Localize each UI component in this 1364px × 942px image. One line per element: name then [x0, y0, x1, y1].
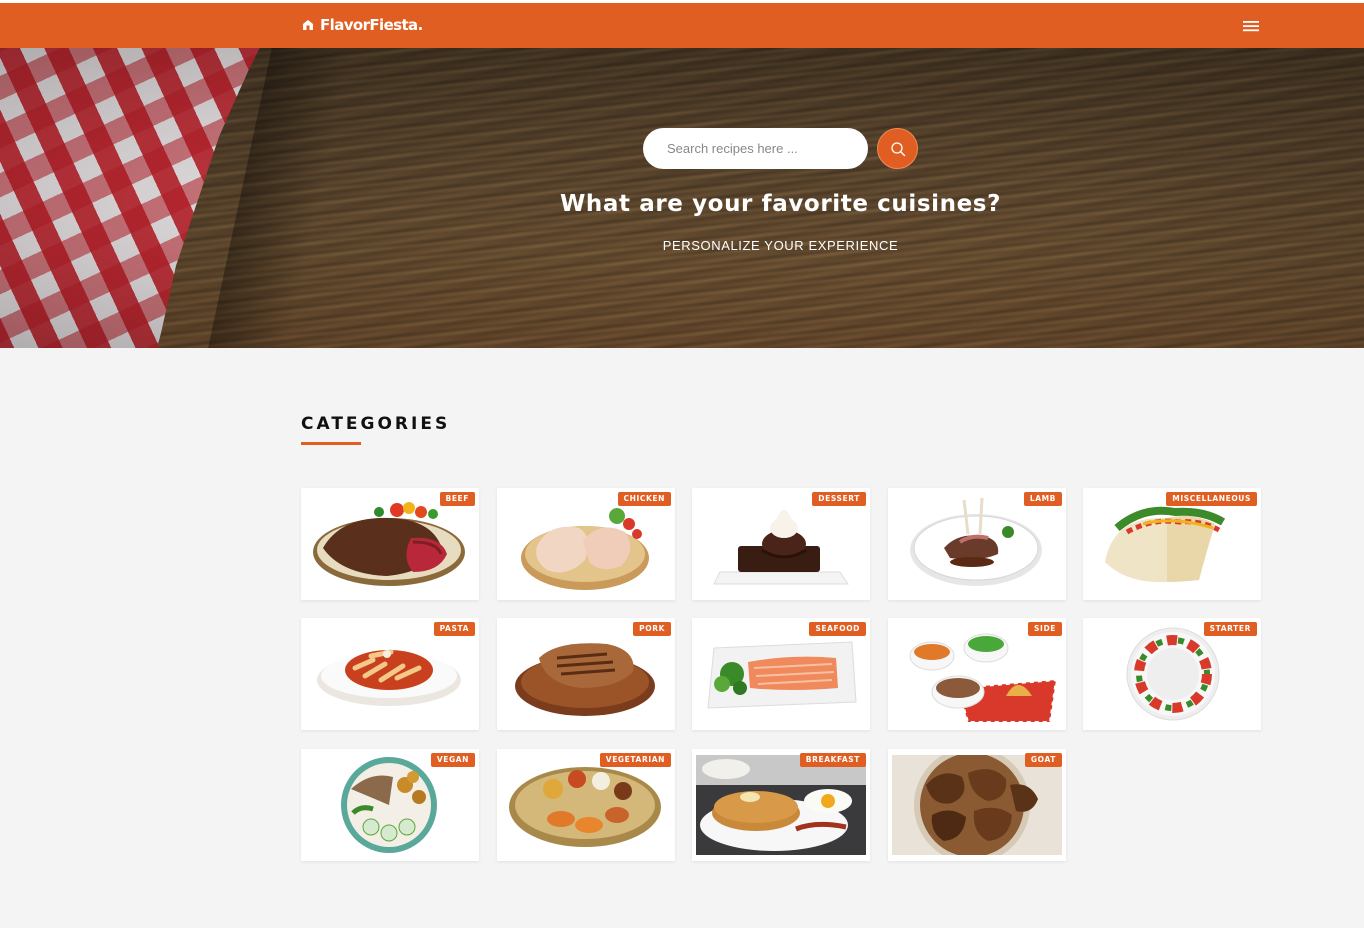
category-card-beef[interactable]: BEEF — [301, 488, 479, 600]
category-card-goat[interactable]: GOAT — [888, 749, 1066, 861]
categories-heading: CATEGORIES — [301, 414, 451, 434]
hamburger-menu-icon — [1243, 21, 1259, 32]
breakfast-image — [696, 755, 866, 855]
hero-subtitle: PERSONALIZE YOUR EXPERIENCE — [662, 238, 899, 253]
category-label: PORK — [633, 622, 671, 636]
category-card-vegan[interactable]: VEGAN — [301, 749, 479, 861]
search-input[interactable] — [643, 128, 868, 169]
category-label: BREAKFAST — [799, 753, 866, 767]
category-card-breakfast[interactable]: BREAKFAST — [692, 749, 870, 861]
category-card-dessert[interactable]: DESSERT — [692, 488, 870, 600]
category-label: SEAFOOD — [809, 622, 866, 636]
categories-underline — [301, 442, 361, 445]
hero-banner: What are your favorite cuisines? PERSONA… — [0, 48, 1364, 348]
category-label: GOAT — [1024, 753, 1062, 767]
search-button[interactable] — [877, 128, 918, 169]
category-label: BEEF — [439, 492, 475, 506]
brand-name: FlavorFiesta. — [320, 16, 423, 34]
brand-logo[interactable]: FlavorFiesta. — [302, 14, 423, 36]
category-label: LAMB — [1023, 492, 1062, 506]
search-icon — [890, 141, 905, 156]
category-label: DESSERT — [812, 492, 866, 506]
goat-image — [892, 755, 1062, 855]
category-label: VEGETARIAN — [599, 753, 671, 767]
category-card-side[interactable]: SIDE — [888, 618, 1066, 730]
category-card-vegetarian[interactable]: VEGETARIAN — [497, 749, 675, 861]
category-card-chicken[interactable]: CHICKEN — [497, 488, 675, 600]
hero-title: What are your favorite cuisines? — [559, 191, 1002, 217]
category-card-seafood[interactable]: SEAFOOD — [692, 618, 870, 730]
bottom-strip — [0, 928, 1364, 942]
category-card-starter[interactable]: STARTER — [1083, 618, 1261, 730]
category-label: PASTA — [433, 622, 475, 636]
category-card-lamb[interactable]: LAMB — [888, 488, 1066, 600]
category-label: CHICKEN — [617, 492, 671, 506]
category-label: SIDE — [1028, 622, 1062, 636]
category-label: MISCELLANEOUS — [1166, 492, 1257, 506]
category-card-pasta[interactable]: PASTA — [301, 618, 479, 730]
category-card-pork[interactable]: PORK — [497, 618, 675, 730]
category-card-miscellaneous[interactable]: MISCELLANEOUS — [1083, 488, 1261, 600]
hamburger-menu-button[interactable] — [1238, 16, 1264, 36]
navbar: FlavorFiesta. — [0, 3, 1364, 48]
category-label: VEGAN — [430, 753, 475, 767]
category-label: STARTER — [1203, 622, 1257, 636]
home-icon — [303, 20, 313, 30]
